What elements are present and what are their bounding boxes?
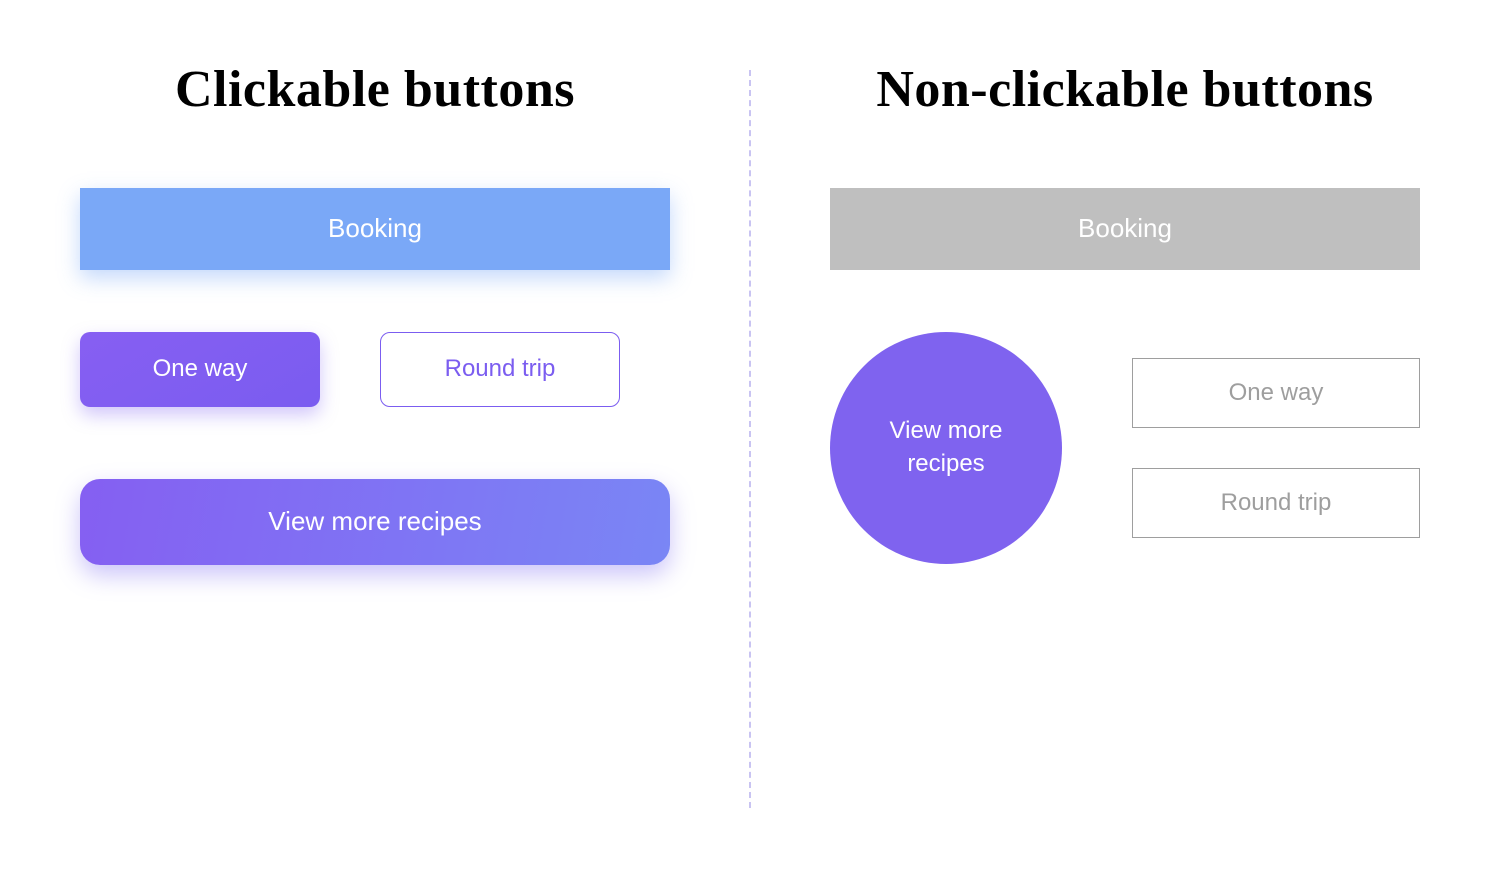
round-trip-button[interactable]: Round trip — [380, 332, 620, 407]
clickable-heading: Clickable buttons — [175, 60, 575, 120]
clickable-column: Clickable buttons Booking One way Round … — [0, 0, 750, 888]
booking-disabled: Booking — [830, 188, 1420, 270]
view-more-recipes-button[interactable]: View more recipes — [80, 479, 670, 565]
one-way-disabled: One way — [1132, 358, 1420, 428]
non-clickable-lower-row: View more recipes One way Round trip — [830, 332, 1420, 564]
one-way-button[interactable]: One way — [80, 332, 320, 407]
trip-options-stack: One way Round trip — [1132, 358, 1420, 538]
non-clickable-heading: Non-clickable buttons — [876, 60, 1373, 120]
round-trip-disabled: Round trip — [1132, 468, 1420, 538]
column-divider — [749, 70, 751, 808]
non-clickable-column: Non-clickable buttons Booking View more … — [750, 0, 1500, 888]
booking-button[interactable]: Booking — [80, 188, 670, 270]
trip-options-row: One way Round trip — [80, 332, 670, 407]
view-more-recipes-circle: View more recipes — [830, 332, 1062, 564]
